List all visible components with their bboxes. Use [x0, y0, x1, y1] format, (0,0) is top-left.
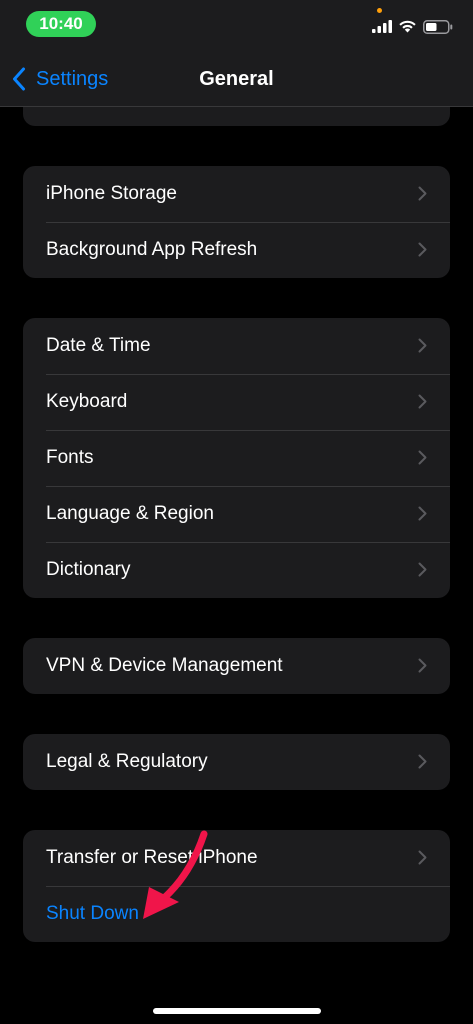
row-date-time[interactable]: Date & Time — [23, 318, 450, 374]
navigation-bar: Settings General — [0, 48, 473, 106]
chevron-right-icon — [418, 338, 427, 353]
chevron-right-icon — [418, 562, 427, 577]
chevron-right-icon — [418, 658, 427, 673]
row-label: Legal & Regulatory — [46, 751, 208, 772]
chevron-right-icon — [418, 506, 427, 521]
row-legal-regulatory[interactable]: Legal & Regulatory — [23, 734, 450, 790]
row-label: Fonts — [46, 447, 94, 468]
chevron-right-icon — [418, 850, 427, 865]
annotation-arrow-icon — [143, 830, 208, 919]
row-language-region[interactable]: Language & Region — [23, 486, 450, 542]
shut-down-label: Shut Down — [46, 903, 139, 924]
top-bar: 10:40 Settings General — [0, 0, 473, 107]
battery-icon — [423, 20, 453, 34]
settings-group-legal: Legal & Regulatory — [23, 734, 450, 790]
chevron-right-icon — [418, 186, 427, 201]
row-keyboard[interactable]: Keyboard — [23, 374, 450, 430]
row-fonts[interactable]: Fonts — [23, 430, 450, 486]
page-title: General — [199, 68, 274, 90]
chevron-right-icon — [418, 242, 427, 257]
shut-down-button[interactable]: Shut Down — [23, 886, 450, 942]
row-label: Keyboard — [46, 391, 128, 412]
cellular-signal-icon — [372, 20, 392, 33]
row-label: Date & Time — [46, 335, 151, 356]
row-label: Language & Region — [46, 503, 214, 524]
home-indicator[interactable] — [153, 1008, 321, 1014]
settings-group-storage: iPhone Storage Background App Refresh — [23, 166, 450, 278]
row-label: Background App Refresh — [46, 239, 258, 260]
chevron-right-icon — [418, 450, 427, 465]
row-vpn-device-management[interactable]: VPN & Device Management — [23, 638, 450, 694]
row-dictionary[interactable]: Dictionary — [23, 542, 450, 598]
settings-group-locale: Date & Time Keyboard Fonts Language & Re… — [23, 318, 450, 598]
row-transfer-reset-iphone[interactable]: Transfer or Reset iPhone — [23, 830, 450, 886]
row-label: iPhone Storage — [46, 183, 177, 204]
status-bar: 10:40 — [0, 0, 473, 48]
row-iphone-storage[interactable]: iPhone Storage — [23, 166, 450, 222]
settings-group-reset: Transfer or Reset iPhone Shut Down — [23, 830, 450, 942]
wifi-icon — [399, 20, 416, 33]
row-label: Dictionary — [46, 559, 131, 580]
chevron-right-icon — [418, 394, 427, 409]
row-label: VPN & Device Management — [46, 655, 283, 676]
settings-group-vpn: VPN & Device Management — [23, 638, 450, 694]
row-background-app-refresh[interactable]: Background App Refresh — [23, 222, 450, 278]
chevron-right-icon — [418, 754, 427, 769]
privacy-indicator-dot — [377, 8, 382, 13]
status-time: 10:40 — [26, 11, 96, 37]
